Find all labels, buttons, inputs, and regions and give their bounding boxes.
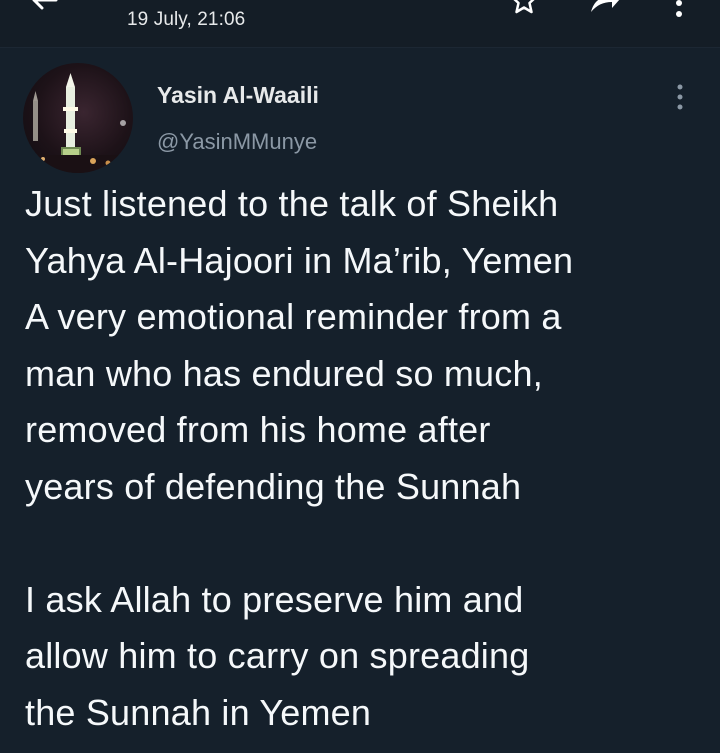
star-icon[interactable] — [510, 0, 538, 14]
tweet-paragraph-2: I ask Allah to preserve him and allow hi… — [25, 578, 530, 733]
more-vertical-icon[interactable] — [675, 83, 685, 111]
author-display-name[interactable]: Yasin Al-Waaili — [157, 82, 319, 109]
tweet-text: Just listened to the talk of Sheikh Yahy… — [25, 176, 705, 741]
tweet: Yasin Al-Waaili @YasinMMunye Just listen… — [0, 48, 720, 753]
share-icon[interactable] — [588, 0, 622, 14]
back-arrow-icon[interactable] — [30, 0, 58, 12]
tweet-paragraph-1: Just listened to the talk of Sheikh Yahy… — [25, 183, 574, 507]
tweet-timestamp: 19 July, 21:06 — [127, 9, 246, 30]
overflow-menu-icon[interactable] — [673, 0, 685, 18]
author-handle[interactable]: @YasinMMunye — [157, 129, 317, 155]
avatar[interactable] — [23, 63, 133, 173]
minaret-photo — [23, 73, 133, 173]
top-bar: 19 July, 21:06 — [0, 0, 720, 48]
